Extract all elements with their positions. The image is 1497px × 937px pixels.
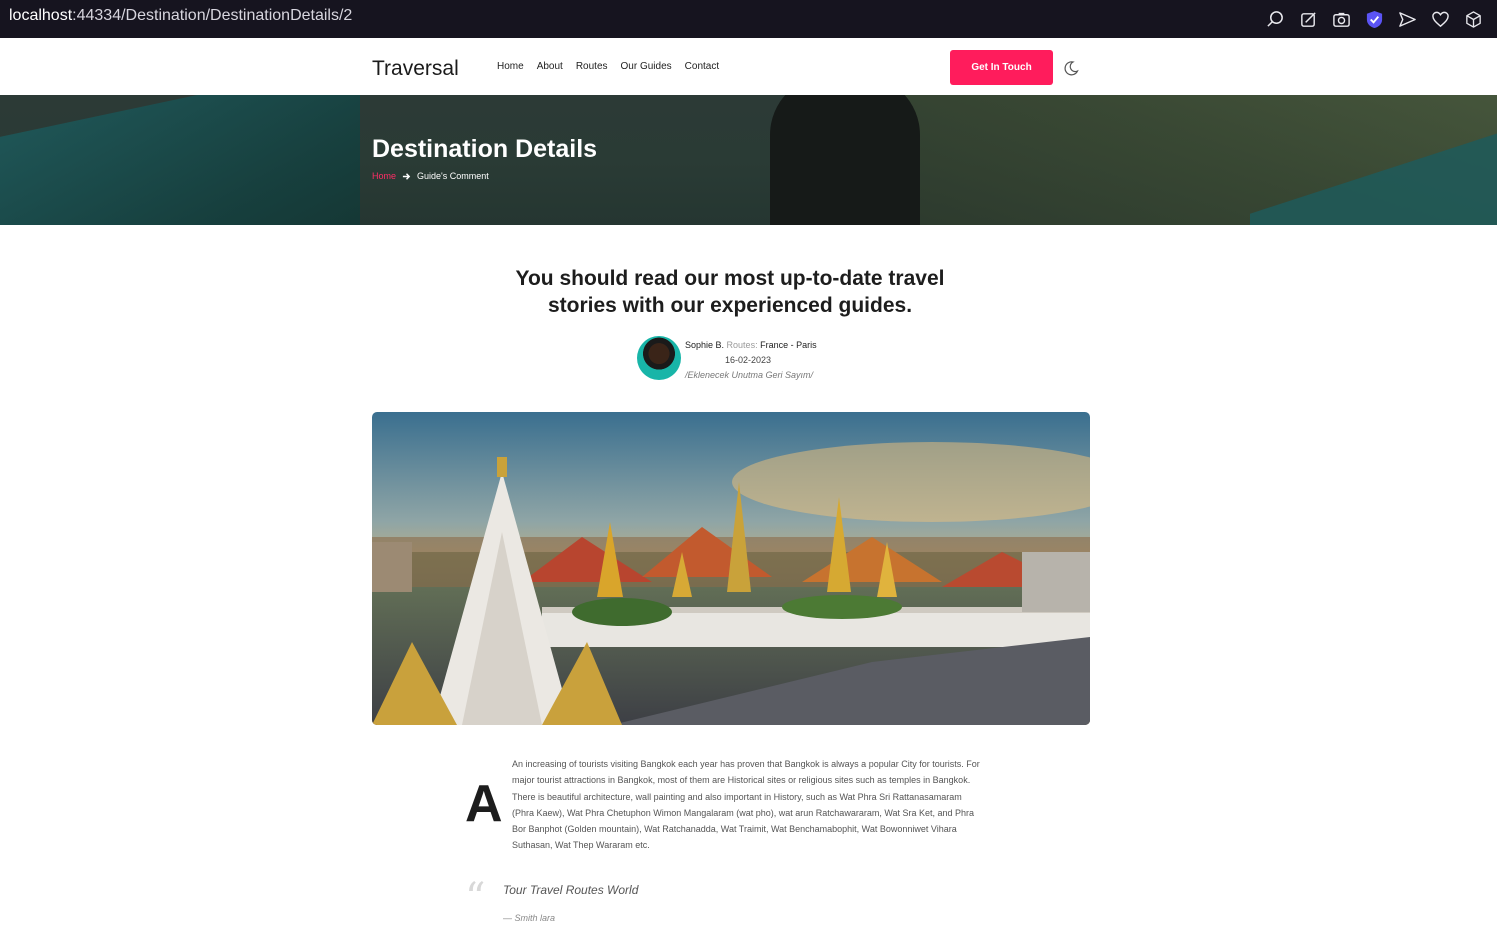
camera-icon[interactable] [1332,10,1351,29]
breadcrumb-home-link[interactable]: Home [372,171,396,181]
shield-icon[interactable] [1365,10,1384,29]
nav-link-home[interactable]: Home [497,61,524,72]
destination-photo [372,412,1090,725]
url-path: :44334/Destination/DestinationDetails/2 [72,7,353,24]
arrow-right-icon [402,172,411,180]
edit-icon[interactable] [1299,10,1318,29]
routes-label: Routes: [726,340,758,350]
send-icon[interactable] [1398,10,1417,29]
breadcrumb: Home Guide's Comment [372,171,489,181]
blockquote-text: Tour Travel Routes World [503,883,639,897]
drop-cap: A [465,775,503,833]
post-date: 16-02-2023 [725,355,772,365]
nav-link-our-guides[interactable]: Our Guides [621,61,672,72]
breadcrumb-current: Guide's Comment [417,171,489,181]
hero-background-person [770,95,920,225]
post-meta: Sophie B. Routes: France - Paris 16-02-2… [685,337,817,380]
address-bar[interactable]: localhost:44334/Destination/DestinationD… [9,7,352,25]
author-name: Sophie B. [685,340,725,350]
post-headline-line-2: stories with our experienced guides. [547,294,913,317]
dark-mode-toggle-icon[interactable] [1063,60,1079,76]
hero-background-tent [0,95,360,225]
nav-link-routes[interactable]: Routes [576,61,608,72]
blockquote-author: — Smith lara [503,913,556,923]
quote-icon: “ [465,875,486,921]
avatar [637,336,681,380]
get-in-touch-button[interactable]: Get In Touch [950,50,1053,85]
page-title: Destination Details [372,135,598,163]
brand-logo[interactable]: Traversal [372,57,459,81]
post-headline: You should read our most up-to-date trav… [480,265,980,319]
browser-bar: localhost:44334/Destination/DestinationD… [0,0,1497,38]
heart-icon[interactable] [1431,10,1450,29]
article-paragraph: An increasing of tourists visiting Bangk… [512,759,980,851]
search-icon[interactable] [1266,10,1285,29]
hero-banner: Destination Details Home Guide's Comment [0,95,1497,225]
post-headline-line-1: You should read our most up-to-date trav… [515,267,945,290]
destination-photo-illustration [372,412,1090,725]
nav-menu: Home About Routes Our Guides Contact [497,61,719,72]
post-note: /Eklenecek Unutma Geri Sayım/ [685,370,814,380]
nav-link-contact[interactable]: Contact [685,61,719,72]
browser-toolbar [1266,6,1483,32]
url-host: localhost [9,7,73,24]
cube-icon[interactable] [1464,10,1483,29]
route-value: France - Paris [760,340,817,350]
nav-link-about[interactable]: About [537,61,563,72]
site-navbar: Traversal Home About Routes Our Guides C… [0,38,1497,95]
